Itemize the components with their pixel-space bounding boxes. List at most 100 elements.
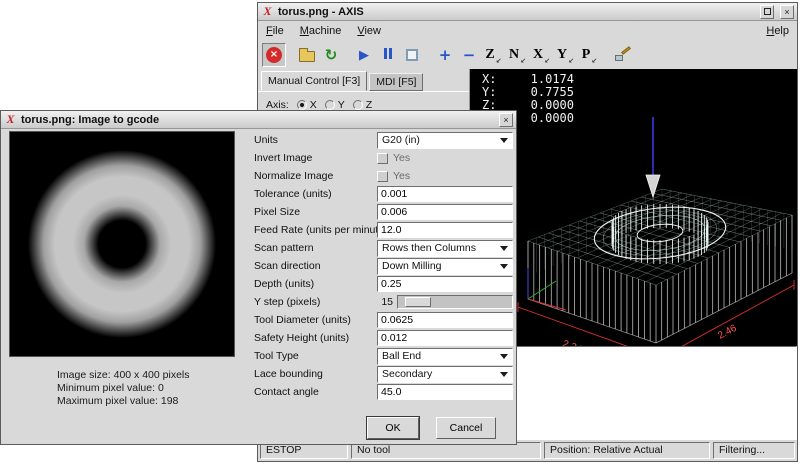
- radio-y-icon: [325, 100, 335, 110]
- dialog-close-button[interactable]: ×: [499, 113, 513, 127]
- view-z-icon: Z: [485, 47, 500, 63]
- cancel-button[interactable]: Cancel: [436, 417, 496, 439]
- field-label-scan-direction: Scan direction: [254, 260, 377, 272]
- view-x-button[interactable]: X: [529, 43, 553, 67]
- field-label-y-step: Y step (pixels): [254, 296, 377, 308]
- ystep-slider[interactable]: [397, 295, 513, 309]
- dialog-buttons: OK Cancel: [367, 417, 496, 439]
- tabbar: Manual Control [F3] MDI [F5]: [258, 69, 469, 91]
- tolerance-input[interactable]: [377, 186, 513, 202]
- maximize-button[interactable]: [760, 5, 774, 19]
- status-filtering: Filtering...: [713, 442, 795, 459]
- radio-x-icon: [297, 100, 307, 110]
- depth-input[interactable]: [377, 276, 513, 292]
- axis-toolbar: × ↻ ▶ + − Z N X Y P: [258, 41, 797, 69]
- dialog-body: Image size: 400 x 400 pixels Minimum pix…: [1, 129, 516, 444]
- field-label-tolerance: Tolerance (units): [254, 188, 377, 200]
- menu-file[interactable]: File: [266, 25, 284, 37]
- tool-cone-icon: [646, 175, 660, 197]
- field-label-scan-pattern: Scan pattern: [254, 242, 377, 254]
- tool-type-select[interactable]: Ball End: [377, 348, 513, 365]
- pause-button[interactable]: [376, 43, 400, 67]
- toolbar-separator: [343, 43, 352, 67]
- pause-icon: [383, 46, 393, 64]
- view-z2-button[interactable]: N: [505, 43, 529, 67]
- dialog-app-icon: X: [4, 112, 17, 127]
- ystep-slider-handle[interactable]: [405, 297, 431, 307]
- estop-button[interactable]: ×: [262, 43, 286, 67]
- field-label-depth: Depth (units): [254, 278, 377, 290]
- chevron-down-icon: [500, 138, 508, 143]
- axis-menubar: File Machine View Help: [258, 21, 797, 41]
- menu-machine[interactable]: Machine: [300, 25, 342, 37]
- scan-direction-select[interactable]: Down Milling: [377, 258, 513, 275]
- open-folder-icon: [299, 51, 315, 62]
- chevron-down-icon: [500, 354, 508, 359]
- tab-mdi[interactable]: MDI [F5]: [369, 73, 423, 91]
- ok-button[interactable]: OK: [367, 417, 419, 439]
- clear-plot-button[interactable]: [610, 43, 634, 67]
- pixel-size-input[interactable]: [377, 204, 513, 220]
- normalize-image-checkbox-label: Yes: [393, 170, 410, 182]
- field-label-units: Units: [254, 134, 377, 146]
- view-z-button[interactable]: Z: [481, 43, 505, 67]
- units-select[interactable]: G20 (in): [377, 132, 513, 149]
- dialog-titlebar[interactable]: X torus.png: Image to gcode ×: [1, 111, 516, 129]
- contact-angle-input[interactable]: [377, 384, 513, 400]
- zoom-in-button[interactable]: +: [433, 43, 457, 67]
- menu-view[interactable]: View: [357, 25, 381, 37]
- run-button[interactable]: ▶: [352, 43, 376, 67]
- radio-z-icon: [353, 100, 363, 110]
- stop-icon: [406, 49, 418, 61]
- ystep-value: 15: [377, 296, 393, 308]
- chevron-down-icon: [500, 372, 508, 377]
- view-p-button[interactable]: P: [577, 43, 601, 67]
- zoom-out-button[interactable]: −: [457, 43, 481, 67]
- dialog-title: torus.png: Image to gcode: [21, 114, 495, 126]
- field-label-feed-rate: Feed Rate (units per minute): [254, 224, 377, 236]
- view-y-button[interactable]: Y: [553, 43, 577, 67]
- axis-window-title: torus.png - AXIS: [278, 6, 756, 18]
- tab-manual-control[interactable]: Manual Control [F3]: [261, 71, 367, 91]
- field-label-tool-type: Tool Type: [254, 350, 377, 362]
- gcode-options-form: Units G20 (in) Invert Image Yes Normaliz…: [254, 131, 513, 401]
- preview-panel[interactable]: 2.34 2.46 X: 1.0174 Y: 0.7755 Z:: [470, 69, 797, 346]
- image-info: Image size: 400 x 400 pixels Minimum pix…: [57, 369, 237, 408]
- image-size-text: Image size: 400 x 400 pixels: [57, 369, 237, 382]
- feed-rate-input[interactable]: [377, 222, 513, 238]
- toolbar-separator: [424, 43, 433, 67]
- field-label-safety-height: Safety Height (units): [254, 332, 377, 344]
- axis-app-icon: X: [261, 4, 274, 19]
- zoom-in-icon: +: [439, 46, 452, 64]
- run-icon: ▶: [359, 48, 369, 63]
- scan-pattern-value: Rows then Columns: [382, 242, 476, 254]
- clear-plot-icon: [613, 46, 631, 64]
- open-file-button[interactable]: [295, 43, 319, 67]
- safety-height-input[interactable]: [377, 330, 513, 346]
- chevron-down-icon: [500, 264, 508, 269]
- min-pixel-text: Minimum pixel value: 0: [57, 382, 237, 395]
- stop-button[interactable]: [400, 43, 424, 67]
- chevron-down-icon: [500, 246, 508, 251]
- close-button[interactable]: ×: [780, 5, 794, 19]
- toolbar-separator: [286, 43, 295, 67]
- reload-button[interactable]: ↻: [319, 43, 343, 67]
- scan-pattern-select[interactable]: Rows then Columns: [377, 240, 513, 257]
- tool-type-value: Ball End: [382, 350, 421, 362]
- field-label-tool-diameter: Tool Diameter (units): [254, 314, 377, 326]
- lace-bounding-select[interactable]: Secondary: [377, 366, 513, 383]
- field-label-invert: Invert Image: [254, 152, 377, 164]
- view-x-icon: X: [533, 47, 549, 63]
- menu-help[interactable]: Help: [766, 25, 789, 37]
- normalize-image-checkbox[interactable]: [377, 171, 388, 182]
- lace-bounding-value: Secondary: [382, 368, 432, 380]
- estop-icon: ×: [266, 47, 282, 63]
- axis-titlebar[interactable]: X torus.png - AXIS ×: [258, 3, 797, 21]
- reload-icon: ↻: [325, 48, 338, 63]
- desktop: X torus.png - AXIS × File Machine View H…: [0, 0, 800, 466]
- tool-diameter-input[interactable]: [377, 312, 513, 328]
- field-label-normalize: Normalize Image: [254, 170, 377, 182]
- scan-direction-value: Down Milling: [382, 260, 442, 272]
- maximize-icon: [764, 8, 771, 15]
- invert-image-checkbox[interactable]: [377, 153, 388, 164]
